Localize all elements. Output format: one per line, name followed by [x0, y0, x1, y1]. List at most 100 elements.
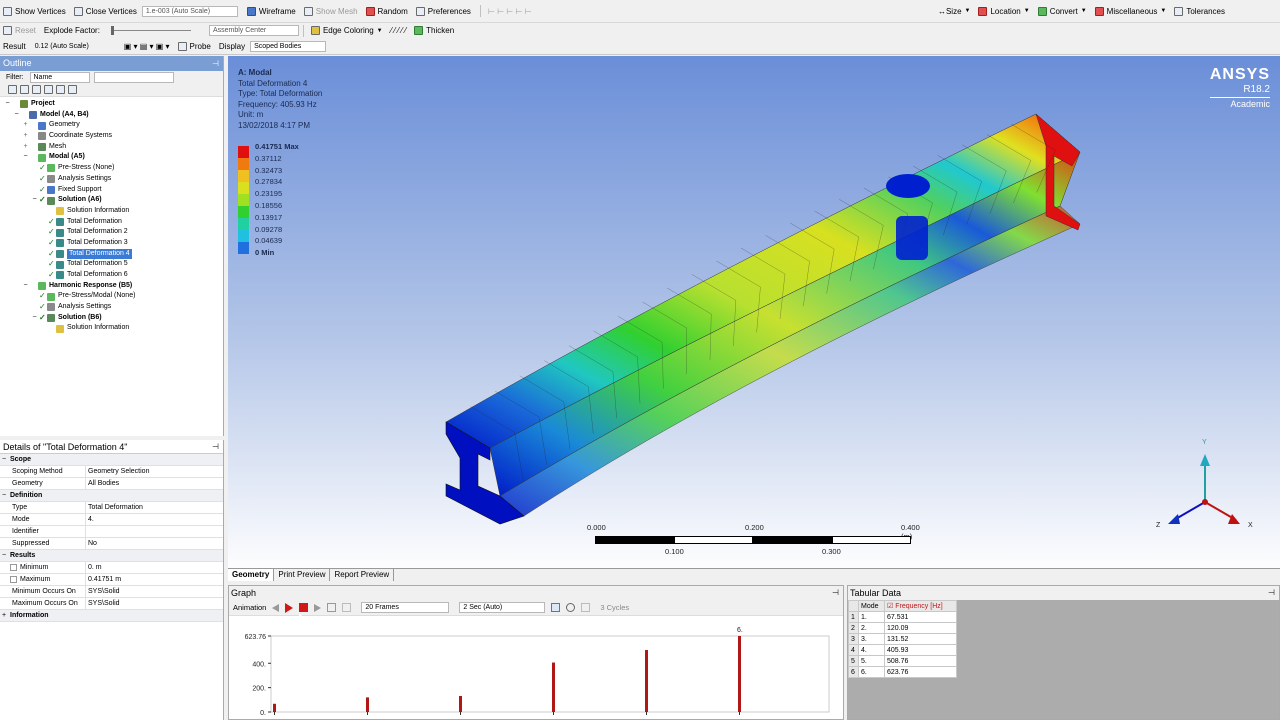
details-value[interactable]: No — [86, 538, 223, 549]
details-row[interactable]: Suppressed No — [0, 538, 223, 550]
collapse-icon[interactable]: − — [2, 454, 10, 466]
collapse-all-icon[interactable] — [20, 85, 29, 94]
edge-tool-buttons[interactable]: ⊢ ⊢ ⊢ ⊢ ⊢ — [485, 4, 535, 18]
axis-triad[interactable]: Y X Z — [1156, 439, 1253, 529]
details-value[interactable]: 0.41751 m — [86, 574, 223, 585]
tree-node[interactable]: − Model (A4, B4) — [0, 110, 223, 121]
col-mode-header[interactable]: Mode — [858, 600, 885, 612]
collapse-icon[interactable]: − — [2, 550, 10, 562]
details-value[interactable]: SYS\Solid — [86, 598, 223, 609]
pin-icon[interactable]: ⊣ — [832, 586, 839, 600]
result-scale-combo[interactable]: 0.12 (Auto Scale) — [30, 40, 121, 52]
collapse-icon[interactable]: − — [22, 152, 29, 163]
location-menu[interactable]: Location ▼ — [975, 4, 1032, 18]
assembly-center-combo[interactable]: Assembly Center — [208, 25, 299, 36]
collapse-icon[interactable]: − — [31, 195, 38, 206]
zoom-fit-icon[interactable] — [566, 603, 576, 612]
thicken-button[interactable]: Thicken — [411, 24, 457, 38]
details-section-scope[interactable]: − Scope — [0, 454, 223, 466]
wireframe-button[interactable]: Wireframe — [244, 4, 299, 18]
checkbox-icon[interactable]: ☑ — [887, 603, 895, 610]
tolerance-combo[interactable]: 1.e-003 (Auto Scale) — [141, 5, 238, 17]
miscellaneous-menu[interactable]: Miscellaneous ▼ — [1092, 4, 1170, 18]
details-value[interactable] — [86, 526, 223, 537]
beam-model[interactable]: Y X Z — [228, 56, 1280, 568]
parameter-checkbox[interactable] — [10, 576, 17, 583]
tree-node[interactable]: ✓ Total Deformation 5 — [0, 259, 223, 270]
filter-search-input[interactable] — [93, 71, 174, 83]
tree-node[interactable]: − ✓ Solution (B6) — [0, 313, 223, 324]
tree-node[interactable]: Solution Information — [0, 323, 223, 334]
sort-icon[interactable] — [68, 85, 77, 94]
collapse-icon[interactable]: − — [4, 99, 11, 110]
tree-node[interactable]: ✓ Pre-Stress/Modal (None) — [0, 291, 223, 302]
frames-combo[interactable]: 20 Frames — [361, 602, 450, 613]
details-value[interactable]: All Bodies — [86, 478, 223, 489]
table-row[interactable]: 2 2. 120.09 — [848, 622, 957, 634]
tree-node[interactable]: ✓ Analysis Settings — [0, 302, 223, 313]
tree-node[interactable]: ✓ Total Deformation — [0, 217, 223, 228]
details-value[interactable]: 0. m — [86, 562, 223, 573]
tree-filter-icon[interactable] — [32, 85, 41, 94]
details-value[interactable]: Geometry Selection — [86, 466, 223, 477]
edge-display-buttons[interactable]: ⁄ ⁄ ⁄ ⁄ ⁄ — [388, 24, 410, 38]
pin-icon[interactable]: ⊣ — [212, 56, 219, 71]
tree-node[interactable]: ✓ Fixed Support — [0, 185, 223, 196]
result-frames-icon[interactable] — [342, 603, 352, 612]
collapse-icon[interactable]: − — [2, 490, 10, 502]
reset-explode-button[interactable]: Reset — [0, 24, 39, 38]
table-row[interactable]: 1 1. 67.531 — [848, 611, 957, 623]
pin-icon[interactable]: ⊣ — [212, 440, 219, 454]
tree-node[interactable]: − Project — [0, 99, 223, 110]
export-video-icon[interactable] — [551, 603, 561, 612]
cycles-label[interactable]: 3 Cycles — [600, 603, 629, 612]
size-menu[interactable]: ↔ Size ▼ — [935, 4, 974, 18]
details-row[interactable]: Maximum 0.41751 m — [0, 574, 223, 586]
frequency-bar-chart[interactable]: 0. 200. 400. 623.76 6. — [229, 618, 845, 720]
tree-node[interactable]: Solution Information — [0, 206, 223, 217]
tree-node[interactable]: ✓ Total Deformation 3 — [0, 238, 223, 249]
pin-icon[interactable]: ⊣ — [1268, 586, 1275, 600]
tree-node[interactable]: ✓ Total Deformation 4 — [0, 248, 223, 260]
tab-report-preview[interactable]: Report Preview — [330, 569, 395, 581]
tab-geometry[interactable]: Geometry — [228, 569, 275, 581]
col-frequency-header[interactable]: ☑ Frequency [Hz] — [884, 600, 957, 612]
details-row[interactable]: Minimum 0. m — [0, 562, 223, 574]
table-row[interactable]: 5 5. 508.76 — [848, 655, 957, 667]
expand-icon[interactable]: + — [22, 142, 29, 153]
show-mesh-button[interactable]: Show Mesh — [301, 4, 361, 18]
details-section-information[interactable]: + Information — [0, 610, 223, 622]
details-section-results[interactable]: − Results — [0, 550, 223, 562]
details-value[interactable]: SYS\Solid — [86, 586, 223, 597]
details-row[interactable]: Maximum Occurs On SYS\Solid — [0, 598, 223, 610]
probe-button[interactable]: Probe — [175, 39, 214, 53]
distributed-frames-icon[interactable] — [327, 603, 337, 612]
frequency-table[interactable]: Mode ☑ Frequency [Hz] 1 1. 67.531 2 2. 120.09… — [848, 600, 957, 678]
details-section-definition[interactable]: − Definition — [0, 490, 223, 502]
details-row[interactable]: Mode 4. — [0, 514, 223, 526]
filter-combo[interactable]: Name — [29, 71, 90, 83]
duration-combo[interactable]: 2 Sec (Auto) — [459, 602, 546, 613]
collapse-icon[interactable]: − — [13, 110, 20, 121]
collapse-icon[interactable]: − — [31, 313, 38, 324]
details-row[interactable]: Geometry All Bodies — [0, 478, 223, 490]
parameter-checkbox[interactable] — [10, 564, 17, 571]
table-row[interactable]: 6 6. 623.76 — [848, 666, 957, 678]
details-row[interactable]: Type Total Deformation — [0, 502, 223, 514]
result-display-buttons[interactable]: ▣ ▾ ▤ ▾ ▣ ▾ — [121, 39, 173, 53]
tree-node[interactable]: + Geometry — [0, 120, 223, 131]
details-row[interactable]: Minimum Occurs On SYS\Solid — [0, 586, 223, 598]
stop-icon[interactable] — [299, 603, 309, 612]
graph-options-icon[interactable] — [581, 603, 591, 612]
graphics-viewport[interactable]: A: Modal Total Deformation 4 Type: Total… — [228, 56, 1280, 568]
tree-node[interactable]: − Modal (A5) — [0, 152, 223, 163]
edge-coloring-menu[interactable]: Edge Coloring ▼ — [308, 24, 386, 38]
details-value[interactable]: Total Deformation — [86, 502, 223, 513]
display-combo[interactable]: Scoped Bodies — [250, 40, 327, 52]
close-vertices-button[interactable]: Close Vertices — [71, 4, 140, 18]
convert-menu[interactable]: Convert ▼ — [1035, 4, 1090, 18]
previous-frame-icon[interactable] — [272, 603, 280, 612]
tree-node[interactable]: ✓ Pre-Stress (None) — [0, 163, 223, 174]
show-vertices-button[interactable]: Show Vertices — [0, 4, 69, 18]
random-colors-button[interactable]: Random — [363, 4, 411, 18]
